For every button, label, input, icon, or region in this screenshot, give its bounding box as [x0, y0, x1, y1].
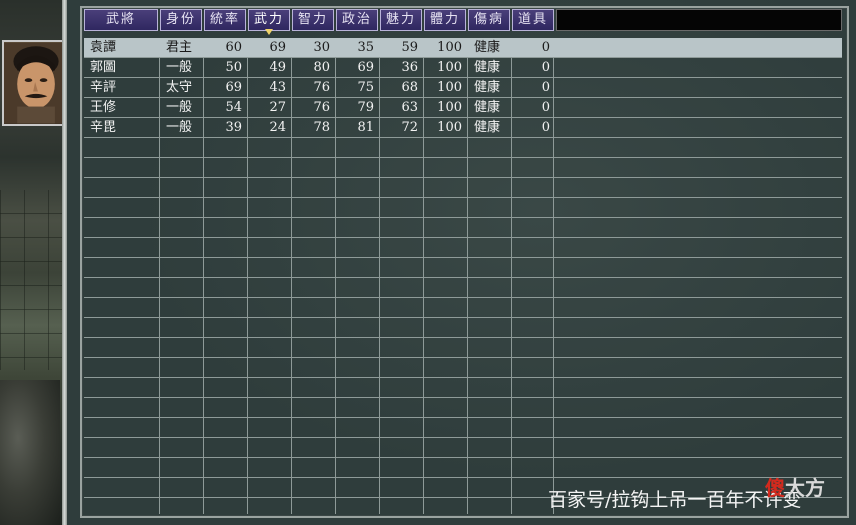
empty-table-row: [84, 318, 842, 338]
empty-table-row: [84, 298, 842, 318]
cell-leadership: 54: [225, 100, 242, 115]
cell-name: 辛評: [90, 80, 117, 95]
empty-table-row: [84, 338, 842, 358]
table-row[interactable]: 郭圖 一般 50 49 80 69 36 100 健康 0: [84, 58, 842, 78]
cell-name: 辛毘: [90, 120, 117, 135]
column-header-2[interactable]: 統率: [204, 9, 246, 31]
column-header-6[interactable]: 魅力: [380, 9, 422, 31]
cell-intelligence: 30: [313, 40, 330, 55]
column-header-4[interactable]: 智力: [292, 9, 334, 31]
cell-intelligence: 76: [313, 100, 330, 115]
cell-rank: 太守: [165, 80, 192, 95]
header-blank-area: [556, 9, 842, 31]
cell-health: 健康: [474, 40, 501, 55]
cell-stamina: 100: [437, 40, 462, 55]
cell-war: 49: [269, 60, 286, 75]
general-portrait[interactable]: [2, 40, 71, 126]
cell-politics: 75: [357, 80, 374, 95]
site-logo: 傻大方: [765, 476, 825, 500]
cell-leadership: 50: [225, 60, 242, 75]
empty-table-row: [84, 198, 842, 218]
empty-table-row: [84, 458, 842, 478]
cell-items: 0: [541, 120, 550, 135]
cell-rank: 一般: [165, 60, 192, 75]
table-row[interactable]: 王修 一般 54 27 76 79 63 100 健康 0: [84, 98, 842, 118]
cell-charisma: 68: [401, 80, 418, 95]
empty-table-row: [84, 358, 842, 378]
portrait-face-image: [4, 42, 69, 124]
cell-intelligence: 76: [313, 80, 330, 95]
sort-indicator-icon: [265, 29, 273, 35]
table-row[interactable]: 辛評 太守 69 43 76 75 68 100 健康 0: [84, 78, 842, 98]
column-header-1[interactable]: 身份: [160, 9, 202, 31]
cell-war: 27: [269, 100, 286, 115]
column-header-9[interactable]: 道具: [512, 9, 554, 31]
cell-rank: 君主: [165, 40, 192, 55]
table-row[interactable]: 辛毘 一般 39 24 78 81 72 100 健康 0: [84, 118, 842, 138]
empty-table-row: [84, 238, 842, 258]
empty-table-row: [84, 258, 842, 278]
cell-health: 健康: [474, 120, 501, 135]
empty-table-row: [84, 378, 842, 398]
cell-items: 0: [541, 80, 550, 95]
cell-rank: 一般: [165, 100, 192, 115]
cell-charisma: 72: [401, 120, 418, 135]
cell-items: 0: [541, 60, 550, 75]
empty-table-row: [84, 438, 842, 458]
map-rock: [0, 380, 60, 525]
cell-health: 健康: [474, 100, 501, 115]
cell-stamina: 100: [437, 80, 462, 95]
cell-health: 健康: [474, 60, 501, 75]
cell-politics: 69: [357, 60, 374, 75]
cell-intelligence: 80: [313, 60, 330, 75]
cell-leadership: 60: [225, 40, 242, 55]
cell-stamina: 100: [437, 60, 462, 75]
general-table: 袁譚 君主 60 69 30 35 59 100 健康 0 郭圖 一般 50 49 80 69 36 100 健康 0…: [84, 38, 842, 514]
column-header-7[interactable]: 體力: [424, 9, 466, 31]
cell-stamina: 100: [437, 100, 462, 115]
watermark-text: 百家号/拉钩上吊一百年不许变: [548, 489, 802, 511]
empty-table-row: [84, 418, 842, 438]
column-header-3[interactable]: 武力: [248, 9, 290, 35]
empty-table-row: [84, 278, 842, 298]
column-header-0[interactable]: 武將: [84, 9, 158, 31]
cell-charisma: 36: [401, 60, 418, 75]
empty-table-row: [84, 178, 842, 198]
cell-items: 0: [541, 40, 550, 55]
empty-table-row: [84, 218, 842, 238]
cell-politics: 79: [357, 100, 374, 115]
cell-name: 郭圖: [90, 60, 117, 75]
cell-charisma: 59: [401, 40, 418, 55]
cell-charisma: 63: [401, 100, 418, 115]
column-header-row: 武將 身份 統率 武力 智力 政治 魅力 體力 傷病 道具: [84, 9, 556, 35]
cell-health: 健康: [474, 80, 501, 95]
cell-war: 24: [269, 120, 286, 135]
cell-rank: 一般: [165, 120, 192, 135]
empty-table-row: [84, 398, 842, 418]
cell-stamina: 100: [437, 120, 462, 135]
column-header-5[interactable]: 政治: [336, 9, 378, 31]
cell-leadership: 69: [225, 80, 242, 95]
cell-politics: 35: [357, 40, 374, 55]
cell-politics: 81: [357, 120, 374, 135]
cell-war: 69: [269, 40, 286, 55]
cell-intelligence: 78: [313, 120, 330, 135]
cell-items: 0: [541, 100, 550, 115]
cell-leadership: 39: [225, 120, 242, 135]
cell-name: 王修: [90, 100, 117, 115]
empty-table-row: [84, 158, 842, 178]
column-header-8[interactable]: 傷病: [468, 9, 510, 31]
cell-war: 43: [269, 80, 286, 95]
table-row[interactable]: 袁譚 君主 60 69 30 35 59 100 健康 0: [84, 38, 842, 58]
cell-name: 袁譚: [90, 40, 117, 55]
empty-table-row: [84, 138, 842, 158]
